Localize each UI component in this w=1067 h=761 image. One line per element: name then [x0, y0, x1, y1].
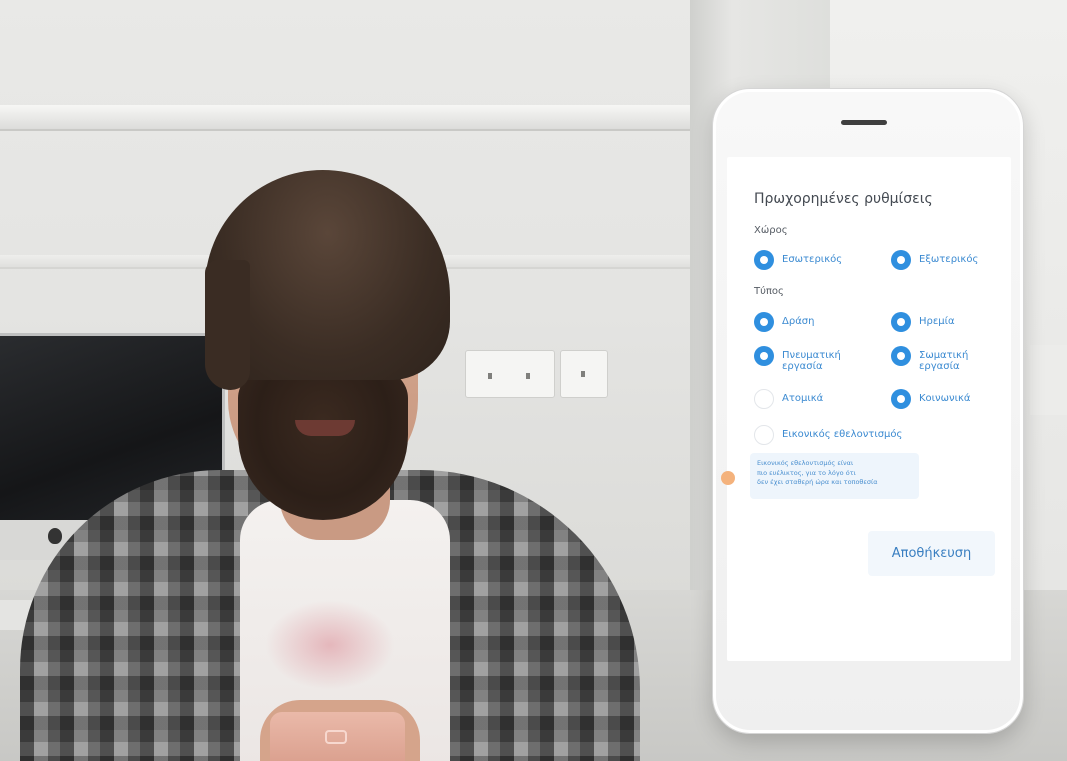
- radio-virtual-volunteering[interactable]: [754, 425, 774, 445]
- info-note: Εικονικός εθελοντισμός είναι πιο ευέλικτ…: [750, 453, 919, 499]
- option-label: Εικονικός εθελοντισμός: [782, 429, 903, 440]
- t-shirt-print: [265, 600, 395, 690]
- hair-side: [205, 260, 250, 390]
- radio-social[interactable]: [891, 389, 911, 409]
- phone-speaker: [841, 120, 887, 125]
- option-mental-work[interactable]: Πνευματική εργασία: [754, 346, 841, 372]
- radio-action[interactable]: [754, 312, 774, 332]
- option-indoor[interactable]: Εσωτερικός: [754, 250, 843, 270]
- option-physical-work[interactable]: Σωματική εργασία: [891, 346, 969, 372]
- phone-screen: Πρωχορημένες ρυθμίσεις Χώρος Εσωτερικός …: [721, 157, 1011, 661]
- option-label: Εξωτερικός: [919, 254, 979, 265]
- person: [0, 0, 700, 761]
- option-action[interactable]: Δράση: [754, 312, 815, 332]
- settings-title: Πρωχορημένες ρυθμίσεις: [754, 191, 933, 207]
- option-social[interactable]: Κοινωνικά: [891, 389, 971, 409]
- edge-indicator: [721, 471, 735, 485]
- option-label: Σωματική εργασία: [919, 350, 969, 372]
- radio-mental-work[interactable]: [754, 346, 774, 366]
- radio-calm[interactable]: [891, 312, 911, 332]
- option-calm[interactable]: Ηρεμία: [891, 312, 955, 332]
- option-label: Ηρεμία: [919, 316, 955, 327]
- option-label: Πνευματική εργασία: [782, 350, 841, 372]
- phone-mockup: Πρωχορημένες ρυθμίσεις Χώρος Εσωτερικός …: [712, 88, 1024, 734]
- option-individual[interactable]: Ατομικά: [754, 389, 824, 409]
- radio-individual[interactable]: [754, 389, 774, 409]
- phone-logo-icon: [325, 730, 347, 744]
- far-shelf: [1030, 345, 1067, 415]
- option-label: Δράση: [782, 316, 815, 327]
- option-label: Ατομικά: [782, 393, 824, 404]
- option-outdoor[interactable]: Εξωτερικός: [891, 250, 979, 270]
- option-virtual-volunteering[interactable]: Εικονικός εθελοντισμός: [754, 425, 903, 445]
- option-label: Εσωτερικός: [782, 254, 843, 265]
- radio-physical-work[interactable]: [891, 346, 911, 366]
- save-button[interactable]: Αποθήκευση: [868, 531, 995, 576]
- section-label-type: Τύπος: [754, 286, 784, 297]
- radio-indoor[interactable]: [754, 250, 774, 270]
- option-label: Κοινωνικά: [919, 393, 971, 404]
- mouth: [295, 420, 355, 436]
- section-label-space: Χώρος: [754, 225, 788, 236]
- radio-outdoor[interactable]: [891, 250, 911, 270]
